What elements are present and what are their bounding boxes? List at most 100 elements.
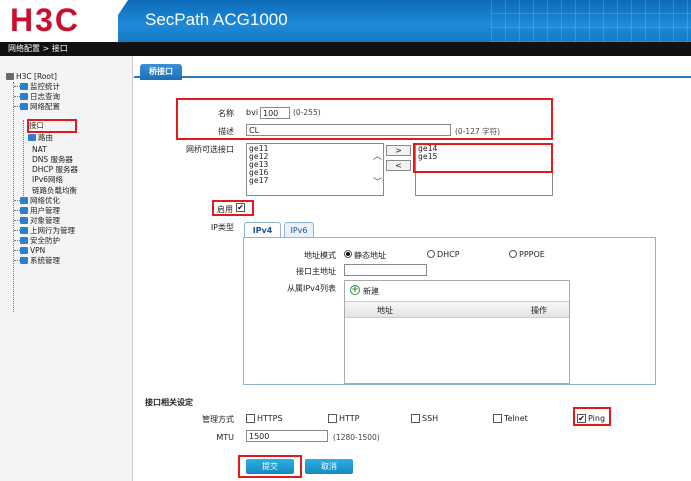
folder-icon [20, 217, 28, 224]
h3c-logo: H3C [10, 2, 81, 38]
sidebar-item-route[interactable]: 路由 [28, 133, 53, 142]
sidebar-item-monitor[interactable]: 监控统计 [14, 82, 60, 91]
enable-label: 启用 [217, 205, 233, 214]
radio-static[interactable] [344, 250, 352, 258]
new-entry-button[interactable]: 新建 [363, 286, 379, 297]
available-interfaces-list[interactable]: ge11 ge12 ge13 ge16 ge17 [246, 143, 384, 196]
mtu-input[interactable]: 1500 [246, 430, 328, 442]
tree-connector [23, 120, 24, 204]
mgmt-label: 管理方式 [202, 415, 234, 424]
sidebar-item-security[interactable]: 安全防护 [14, 236, 60, 245]
logo-slant [100, 0, 128, 42]
enable-checkbox[interactable]: ✔ [236, 203, 245, 212]
cancel-button[interactable]: 取消 [305, 459, 353, 474]
folder-icon [20, 197, 28, 204]
add-circle-icon[interactable]: + [350, 285, 360, 295]
list-item[interactable]: ge16 [249, 169, 381, 177]
http-label: HTTP [339, 414, 360, 423]
ping-checkbox[interactable]: ✔ [577, 414, 586, 423]
iptype-label: IP类型 [210, 223, 234, 232]
tree-root[interactable]: H3C [Root] [6, 72, 57, 81]
computer-icon [6, 73, 14, 80]
sidebar-item-label: 安全防护 [30, 236, 60, 245]
secondary-list-label: 从属IPv4列表 [286, 284, 336, 293]
sidebar-item-optimize[interactable]: 网络优化 [14, 196, 60, 205]
sidebar-tree [0, 56, 133, 481]
telnet-checkbox[interactable] [493, 414, 502, 423]
folder-icon [20, 83, 28, 90]
sidebar-item-label: 接口 [29, 121, 44, 130]
breadcrumb: 网络配置 > 接口 [0, 42, 691, 56]
sidebar-item-lb[interactable]: 链路负载均衡 [32, 186, 77, 195]
folder-icon [20, 207, 28, 214]
radio-pppoe-label: PPPOE [519, 250, 545, 259]
sidebar-item-label: 对象管理 [30, 216, 60, 225]
ssh-checkbox[interactable] [411, 414, 420, 423]
telnet-label: Telnet [504, 414, 528, 423]
sidebar-item-behavior[interactable]: 上网行为管理 [14, 226, 75, 235]
name-label: 名称 [218, 109, 234, 118]
addr-mode-label: 地址模式 [304, 251, 336, 260]
header-decoration [491, 0, 691, 42]
folder-open-icon [20, 103, 28, 110]
list-item[interactable]: ge13 [249, 161, 381, 169]
sidebar-item-interface[interactable]: 接口 [29, 121, 44, 130]
scroll-up-icon[interactable]: ︿ [373, 149, 382, 162]
name-prefix: bvi [246, 108, 259, 117]
folder-icon [20, 257, 28, 264]
scroll-down-icon[interactable]: ﹀ [373, 175, 382, 188]
sidebar-item-dhcp[interactable]: DHCP 服务器 [32, 165, 78, 174]
col-operation: 操作 [531, 306, 547, 315]
radio-dhcp-label: DHCP [437, 250, 460, 259]
sidebar-item-system[interactable]: 系统管理 [14, 256, 60, 265]
https-label: HTTPS [257, 414, 283, 423]
tree-root-label: H3C [Root] [16, 72, 57, 81]
sidebar-item-label: DNS 服务器 [32, 155, 74, 164]
name-input[interactable]: 100 [260, 107, 290, 119]
radio-dhcp[interactable] [427, 250, 435, 258]
folder-icon [20, 247, 28, 254]
mtu-hint: (1280-1500) [333, 433, 380, 442]
https-checkbox[interactable] [246, 414, 255, 423]
selected-interfaces-list[interactable]: ge14 ge15 [415, 143, 553, 196]
sidebar-item-label: VPN [30, 246, 46, 255]
sidebar-item-objects[interactable]: 对象管理 [14, 216, 60, 225]
desc-input[interactable]: CL [246, 124, 451, 136]
add-interface-button[interactable]: > [386, 145, 411, 156]
sidebar-item-label: 系统管理 [30, 256, 60, 265]
list-item[interactable]: ge15 [418, 153, 550, 161]
sidebar-item-vpn[interactable]: VPN [14, 246, 45, 255]
tab-bridge-interface[interactable]: 桥接口 [140, 64, 182, 80]
sidebar-item-users[interactable]: 用户管理 [14, 206, 60, 215]
mtu-label: MTU [216, 433, 234, 442]
tab-ipv6[interactable]: IPv6 [284, 222, 314, 238]
sidebar-item-dns[interactable]: DNS 服务器 [32, 155, 73, 164]
tab-ipv4[interactable]: IPv4 [244, 222, 281, 238]
list-item[interactable]: ge17 [249, 177, 381, 185]
ping-label: Ping [588, 414, 606, 423]
list-item[interactable]: ge12 [249, 153, 381, 161]
available-label: 网桥可选接口 [186, 145, 234, 154]
sidebar-item-label: 网络配置 [30, 102, 60, 111]
sidebar-item-network[interactable]: 网络配置 [14, 102, 60, 111]
radio-pppoe[interactable] [509, 250, 517, 258]
remove-interface-button[interactable]: < [386, 160, 411, 171]
radio-static-label: 静态地址 [354, 251, 386, 260]
sidebar-item-label: NAT [32, 145, 47, 154]
sidebar-item-logs[interactable]: 日志查询 [14, 92, 60, 101]
sidebar-item-ipv6[interactable]: IPv6网络 [32, 175, 63, 184]
list-item[interactable]: ge11 [249, 145, 381, 153]
name-hint: (0-255) [293, 108, 321, 117]
sidebar-item-label: 监控统计 [30, 82, 60, 91]
list-item[interactable]: ge14 [418, 145, 550, 153]
iface-settings-title: 接口相关设定 [145, 398, 193, 407]
main-addr-input[interactable] [344, 264, 427, 276]
main-addr-label: 接口主地址 [296, 267, 336, 276]
folder-icon [20, 237, 28, 244]
sidebar-item-nat[interactable]: NAT [32, 145, 47, 154]
http-checkbox[interactable] [328, 414, 337, 423]
product-title: SecPath ACG1000 [145, 10, 288, 29]
submit-button[interactable]: 提交 [246, 459, 294, 474]
folder-icon [20, 227, 28, 234]
desc-label: 描述 [218, 127, 234, 136]
